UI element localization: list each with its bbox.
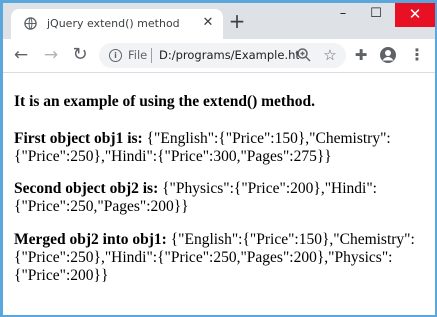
scheme-label: File: [128, 48, 148, 62]
maximize-button[interactable]: ☐: [356, 3, 396, 27]
browser-toolbar: ← → ↻ i File D:/programs/Example.html ☆ …: [3, 39, 435, 73]
globe-icon: [24, 17, 37, 30]
page-content: It is an example of using the extend() m…: [3, 73, 435, 315]
obj1-paragraph: First object obj1 is: {"English":{"Price…: [14, 130, 429, 166]
omnibox-divider: [151, 48, 152, 63]
browser-window: jQuery extend() method ✕ + – ☐ ✕ ← → ↻ i…: [3, 3, 435, 315]
back-button[interactable]: ←: [11, 45, 31, 65]
tab-strip: jQuery extend() method ✕ + – ☐ ✕: [3, 3, 435, 39]
new-tab-button[interactable]: +: [228, 11, 246, 31]
tab-title: jQuery extend() method: [47, 17, 180, 30]
profile-icon[interactable]: [379, 46, 397, 64]
puzzle-icon[interactable]: ✚: [352, 46, 370, 64]
merged-paragraph: Merged obj2 into obj1: {"English":{"Pric…: [14, 231, 429, 285]
star-icon[interactable]: ☆: [321, 46, 339, 64]
intro-text: It is an example of using the extend() m…: [14, 93, 315, 110]
obj1-label: First object obj1 is:: [14, 130, 143, 147]
merged-label: Merged obj2 into obj1:: [14, 231, 167, 248]
info-icon[interactable]: i: [109, 49, 122, 62]
address-bar[interactable]: i File D:/programs/Example.html ☆: [99, 43, 346, 68]
obj2-paragraph: Second object obj2 is: {"Physics":{"Pric…: [14, 180, 429, 216]
forward-button[interactable]: →: [41, 45, 61, 65]
zoom-icon[interactable]: [296, 47, 312, 63]
close-window-button[interactable]: ✕: [395, 3, 435, 27]
obj2-label: Second object obj2 is:: [14, 180, 159, 197]
url-text[interactable]: D:/programs/Example.html: [159, 48, 299, 62]
reload-button[interactable]: ↻: [70, 45, 90, 65]
tab-close-icon[interactable]: ✕: [201, 16, 215, 30]
active-tab[interactable]: jQuery extend() method ✕: [11, 9, 223, 39]
menu-icon[interactable]: ⋮: [408, 46, 426, 64]
